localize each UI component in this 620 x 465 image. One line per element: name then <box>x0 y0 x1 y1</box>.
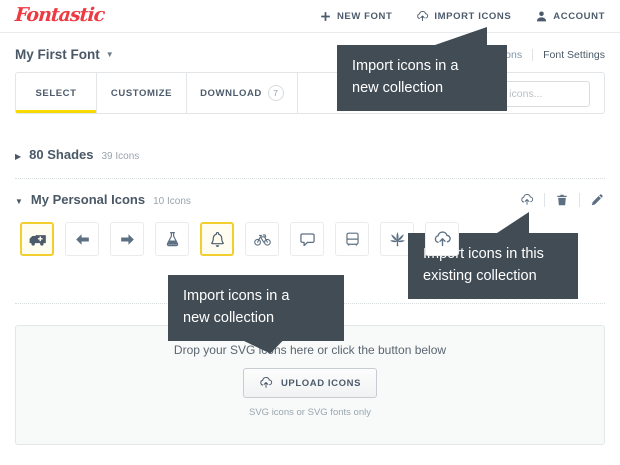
account-label: ACCOUNT <box>553 11 605 22</box>
ambulance-icon <box>28 230 47 249</box>
icon-cell-cloud-upload[interactable] <box>425 222 459 256</box>
edit-collection-button[interactable] <box>589 192 605 208</box>
person-icon <box>535 10 548 23</box>
arrow-right-icon <box>118 230 137 249</box>
section-divider <box>15 178 605 179</box>
icon-cell-speech-bubble[interactable] <box>290 222 324 256</box>
tab-select[interactable]: SELECT <box>16 73 97 113</box>
top-header: Fontastic NEW FONT IMPORT ICONS ACCOUNT <box>0 0 620 33</box>
tab-select-label: SELECT <box>35 88 76 99</box>
bell-icon <box>208 230 227 249</box>
tooltip-text: existing collection <box>423 266 563 288</box>
flask-icon <box>163 230 182 249</box>
fontastic-app: Fontastic NEW FONT IMPORT ICONS ACCOUNT … <box>0 0 620 465</box>
expanded-triangle-icon: ▼ <box>15 197 23 206</box>
cloud-upload-icon <box>520 193 534 207</box>
tooltip-import-new-collection-bottom: Import icons in a new collection <box>168 275 344 341</box>
svg-dropzone[interactable]: Drop your SVG icons here or click the bu… <box>15 325 605 445</box>
collection-count: 10 Icons <box>153 196 191 207</box>
arrow-left-icon <box>73 230 92 249</box>
collection-count: 39 Icons <box>101 151 139 162</box>
tooltip-text: new collection <box>352 78 492 100</box>
icon-cell-bicycle[interactable] <box>245 222 279 256</box>
icon-cell-ambulance[interactable] <box>20 222 54 256</box>
new-font-button[interactable]: NEW FONT <box>319 10 392 23</box>
fontastic-logo[interactable]: Fontastic <box>14 4 105 26</box>
top-nav: NEW FONT IMPORT ICONS ACCOUNT <box>319 0 605 33</box>
tooltip-text: Import icons in a <box>352 56 492 78</box>
upload-icons-button[interactable]: UPLOAD ICONS <box>243 368 377 398</box>
account-button[interactable]: ACCOUNT <box>535 10 605 23</box>
font-name-dropdown[interactable]: My First Font ▼ <box>15 47 114 62</box>
dropzone-note: SVG icons or SVG fonts only <box>16 407 604 418</box>
collection-actions <box>519 192 605 208</box>
icon-cell-bus[interactable] <box>335 222 369 256</box>
plus-icon <box>319 10 332 23</box>
trash-icon <box>555 193 569 207</box>
tooltip-import-new-collection: Import icons in a new collection <box>337 45 507 111</box>
download-count-badge: 7 <box>268 85 284 101</box>
tooltip-arrow-icon <box>497 212 529 233</box>
import-into-collection-button[interactable] <box>519 192 535 208</box>
tab-customize[interactable]: CUSTOMIZE <box>97 73 187 113</box>
speech-bubble-icon <box>298 230 317 249</box>
pencil-icon <box>590 193 604 207</box>
icon-cell-arrow-right[interactable] <box>110 222 144 256</box>
upload-icons-label: UPLOAD ICONS <box>281 378 361 389</box>
cloud-upload-icon <box>416 10 429 23</box>
tooltip-text: Import icons in a <box>183 286 329 308</box>
tab-customize-label: CUSTOMIZE <box>111 88 172 99</box>
icon-cell-arrow-left[interactable] <box>65 222 99 256</box>
action-divider <box>544 193 545 207</box>
delete-collection-button[interactable] <box>554 192 570 208</box>
bicycle-icon <box>253 230 272 249</box>
font-settings-link[interactable]: Font Settings <box>543 49 605 61</box>
tab-bar: SELECT CUSTOMIZE DOWNLOAD 7 <box>15 72 605 114</box>
bus-icon <box>343 230 362 249</box>
link-divider <box>532 49 533 61</box>
action-divider <box>579 193 580 207</box>
dropzone-instruction: Drop your SVG icons here or click the bu… <box>16 343 604 357</box>
collection-header-my-personal-icons[interactable]: ▼ My Personal Icons 10 Icons <box>15 192 191 207</box>
collection-header-80-shades[interactable]: ▶ 80 Shades 39 Icons <box>15 147 139 162</box>
import-icons-button[interactable]: IMPORT ICONS <box>416 10 511 23</box>
tab-download[interactable]: DOWNLOAD 7 <box>187 73 298 113</box>
tooltip-text: new collection <box>183 308 329 330</box>
collection-name: 80 Shades <box>29 147 93 162</box>
cloud-upload-icon <box>433 230 452 249</box>
tab-download-label: DOWNLOAD <box>200 88 262 99</box>
font-name-label: My First Font <box>15 47 100 62</box>
icon-cell-flask[interactable] <box>155 222 189 256</box>
import-icons-label: IMPORT ICONS <box>434 11 511 22</box>
leaf-icon <box>388 230 407 249</box>
new-font-label: NEW FONT <box>337 11 392 22</box>
icon-grid <box>20 222 459 256</box>
chevron-down-icon: ▼ <box>106 50 114 59</box>
collapsed-triangle-icon: ▶ <box>15 152 21 161</box>
cloud-upload-icon <box>259 376 273 390</box>
icon-cell-bell[interactable] <box>200 222 234 256</box>
collection-name: My Personal Icons <box>31 192 145 207</box>
